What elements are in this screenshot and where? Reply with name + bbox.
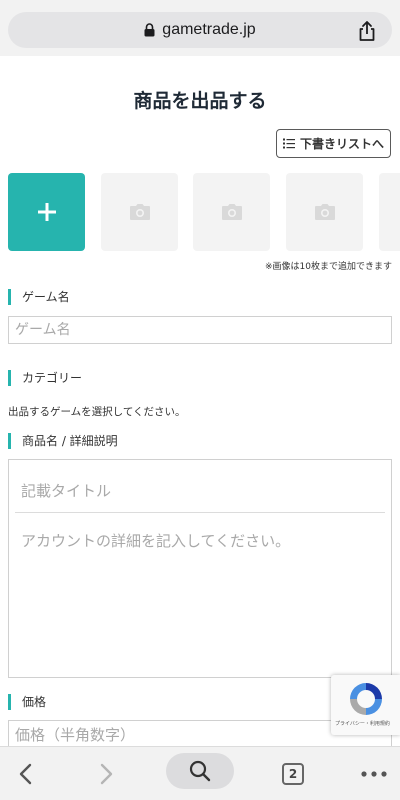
lock-icon [144,23,155,37]
draft-list-label: 下書きリストへ [299,137,384,151]
image-slot[interactable] [193,173,270,251]
image-slot[interactable] [286,173,363,251]
page-title: 商品を出品する [133,90,267,112]
category-label: カテゴリー [8,370,82,386]
add-image-button[interactable] [8,173,85,251]
forward-button[interactable] [92,747,122,800]
url-text: gametrade.jp [162,21,256,38]
draft-list-button[interactable]: 下書きリストへ [276,129,391,158]
camera-icon [129,204,150,220]
game-name-input[interactable] [8,316,392,344]
back-button[interactable] [10,747,40,800]
search-icon [189,760,211,782]
forward-arrow-icon [100,763,113,785]
recaptcha-badge[interactable]: プライバシー・利用規約 [331,675,400,735]
more-dots-icon [361,771,387,777]
search-button[interactable] [166,753,234,789]
browser-bottom-bar: 2 [0,746,400,800]
image-limit-note: ※画像は10枚まで追加できます [265,262,392,272]
game-name-label: ゲーム名 [8,289,70,305]
plus-icon [37,203,56,221]
tab-count-badge: 2 [282,763,304,785]
camera-icon [221,204,242,220]
description-label: 商品名 / 詳細説明 [8,433,118,449]
category-select-link[interactable]: 出品するゲームを選択してください。 [8,404,186,419]
item-title-input[interactable]: 記載タイトル [21,480,111,501]
browser-top-bar: gametrade.jp [0,0,400,56]
camera-icon [314,204,335,220]
divider [15,512,385,513]
more-button[interactable] [358,747,390,800]
tabs-button[interactable]: 2 [280,747,306,800]
share-icon[interactable] [356,20,378,42]
recaptcha-privacy-text[interactable]: プライバシー・利用規約 [335,720,390,727]
image-slot[interactable] [379,173,400,251]
price-label: 価格 [8,694,46,710]
recaptcha-icon [350,683,382,715]
address-bar[interactable]: gametrade.jp [8,12,392,48]
item-detail-textarea[interactable]: アカウントの詳細を記入してください。 [21,530,290,551]
back-arrow-icon [19,763,32,785]
description-box: 記載タイトル アカウントの詳細を記入してください。 [8,459,392,678]
image-upload-row [8,173,400,251]
image-slot[interactable] [101,173,178,251]
list-icon [282,138,295,149]
